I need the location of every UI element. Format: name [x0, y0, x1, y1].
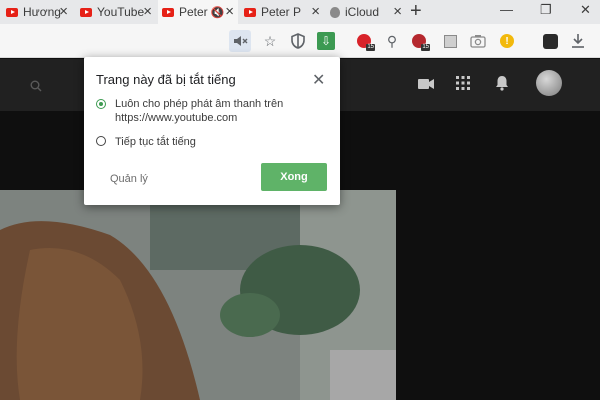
bookmark-star-icon[interactable]: ☆ — [261, 32, 279, 50]
manage-button[interactable]: Quản lý — [110, 173, 148, 185]
camera-icon[interactable] — [469, 32, 487, 50]
download-arrow-icon[interactable]: ⇩ — [317, 32, 335, 50]
close-tab-icon[interactable]: × — [59, 4, 68, 19]
new-tab-button[interactable]: + — [410, 1, 422, 21]
apple-icon — [330, 6, 340, 18]
radio-allow-sound[interactable] — [96, 99, 106, 109]
extension-red-icon[interactable]: 15 — [355, 32, 375, 51]
allow-sound-url: https://www.youtube.com — [115, 112, 238, 124]
dialog-title: Trang này đã bị tắt tiếng — [96, 72, 236, 87]
avatar[interactable] — [536, 70, 562, 96]
video-player[interactable] — [0, 190, 396, 400]
tab-peter-p[interactable]: Peter P × — [240, 0, 324, 24]
tab-muted-icon[interactable] — [229, 30, 251, 52]
search-icon[interactable] — [30, 79, 42, 97]
tab-icloud[interactable]: iCloud × — [326, 0, 406, 24]
close-icon[interactable]: ✕ — [312, 70, 325, 90]
profile-extension-icon[interactable] — [541, 32, 559, 50]
restore-icon[interactable]: ❐ — [540, 2, 552, 18]
close-tab-icon[interactable]: × — [143, 4, 152, 19]
muted-speaker-icon[interactable]: 🔇 — [211, 6, 225, 19]
extension-badge-icon[interactable]: 15 — [410, 32, 430, 51]
create-video-icon[interactable] — [418, 77, 434, 95]
tab-strip: Hương × YouTube × Peter 🔇 × Peter P × iC… — [0, 0, 600, 24]
close-tab-icon[interactable]: × — [393, 4, 402, 19]
tab-youtube[interactable]: YouTube × — [74, 0, 156, 24]
keep-muted-label[interactable]: Tiếp tục tắt tiếng — [115, 135, 196, 149]
download-icon[interactable] — [569, 32, 587, 50]
allow-sound-text: Luôn cho phép phát âm thanh trên — [115, 98, 284, 110]
browser-toolbar: ☆ ⇩ 15 ⚲ 15 ! — [0, 24, 600, 58]
tab-title: iCloud — [345, 5, 380, 19]
notifications-bell-icon[interactable] — [495, 75, 509, 96]
tab-title: Hương — [23, 5, 61, 19]
tab-title: Peter P — [261, 5, 302, 19]
youtube-icon — [80, 7, 92, 17]
allow-sound-label[interactable]: Luôn cho phép phát âm thanh trên https:/… — [115, 97, 283, 125]
tab-title: Peter — [179, 5, 208, 19]
image-icon[interactable] — [441, 32, 459, 50]
extension-badge: 15 — [366, 44, 375, 51]
close-tab-icon[interactable]: × — [225, 4, 234, 19]
radio-keep-muted[interactable] — [96, 136, 106, 146]
close-window-icon[interactable]: ✕ — [580, 2, 591, 18]
minimize-icon[interactable]: — — [500, 2, 513, 17]
extension-badge: 15 — [421, 44, 430, 51]
video-frame-image — [0, 190, 396, 400]
youtube-icon — [162, 7, 174, 17]
done-button[interactable]: Xong — [261, 163, 327, 191]
close-tab-icon[interactable]: × — [311, 4, 320, 19]
tab-title: YouTube — [97, 5, 145, 19]
tab-peter-muted[interactable]: Peter 🔇 × — [158, 0, 238, 24]
youtube-icon — [244, 7, 256, 17]
tab-huong[interactable]: Hương × — [0, 0, 72, 24]
shield-icon[interactable] — [289, 32, 307, 50]
warning-icon[interactable]: ! — [498, 32, 516, 50]
tab-muted-dialog: Trang này đã bị tắt tiếng ✕ Luôn cho phé… — [84, 57, 340, 205]
youtube-icon — [6, 7, 18, 17]
apps-grid-icon[interactable] — [456, 76, 470, 95]
search-icon[interactable]: ⚲ — [383, 32, 401, 50]
